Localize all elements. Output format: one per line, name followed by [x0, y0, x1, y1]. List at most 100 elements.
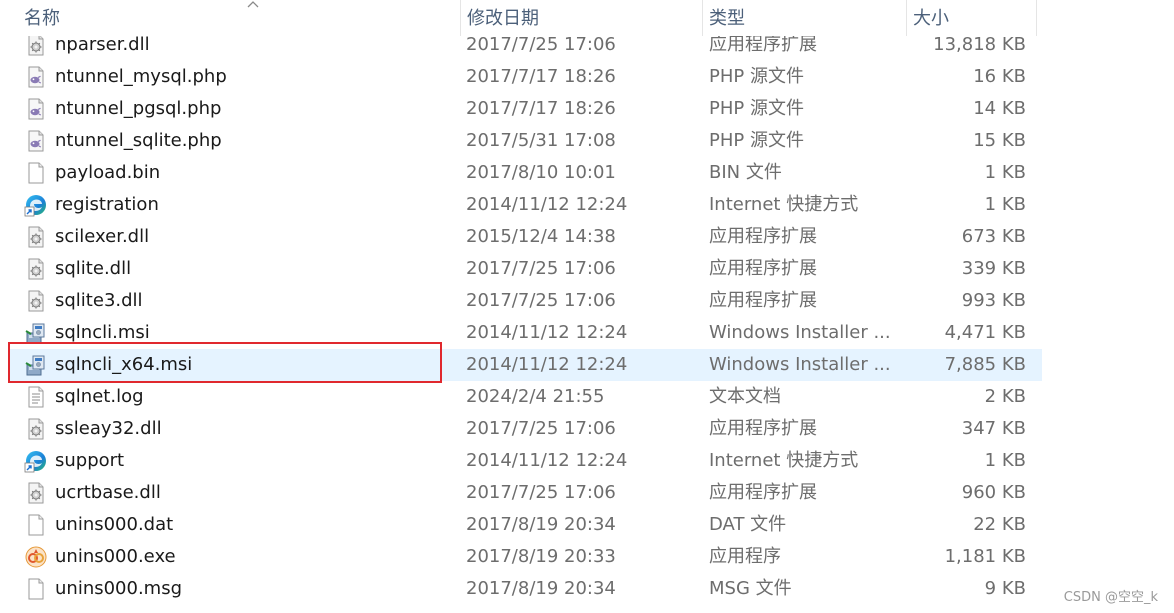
file-size: 4,471 KB [944, 322, 1026, 343]
file-type: 应用程序扩展 [709, 418, 817, 439]
file-type: 应用程序 [709, 546, 781, 567]
file-row[interactable]: payload.bin 2017/8/10 10:01 BIN 文件 1 KB [10, 157, 1042, 189]
file-name: unins000.dat [55, 514, 174, 535]
file-row[interactable]: ntunnel_mysql.php 2017/7/17 18:26 PHP 源文件 1… [10, 61, 1042, 93]
file-type: PHP 源文件 [709, 98, 804, 119]
file-size: 673 KB [961, 226, 1026, 247]
file-modified-date: 2017/5/31 17:08 [466, 130, 616, 151]
file-size: 15 KB [973, 130, 1026, 151]
dll-gear-icon [24, 257, 48, 281]
red-highlight-box [8, 342, 442, 383]
file-row[interactable]: scilexer.dll 2015/12/4 14:38 应用程序扩展 673 KB [10, 221, 1042, 253]
file-type: 文本文档 [709, 386, 781, 407]
column-header-divider [1036, 0, 1038, 36]
file-size: 2 KB [984, 386, 1026, 407]
file-size: 7,885 KB [944, 354, 1026, 375]
file-size: 14 KB [973, 98, 1026, 119]
file-size: 339 KB [961, 258, 1026, 279]
blank-file-icon [24, 577, 48, 601]
file-name: ucrtbase.dll [55, 482, 161, 503]
file-name: support [55, 450, 125, 471]
file-modified-date: 2017/7/17 18:26 [466, 98, 616, 119]
file-size: 16 KB [973, 66, 1026, 87]
file-type: PHP 源文件 [709, 130, 804, 151]
file-type: Windows Installer ... [709, 322, 891, 343]
file-type: 应用程序扩展 [709, 290, 817, 311]
file-row[interactable]: ucrtbase.dll 2017/7/25 17:06 应用程序扩展 960 KB [10, 477, 1042, 509]
column-header-date-label: 修改日期 [467, 8, 539, 29]
file-type: BIN 文件 [709, 162, 782, 183]
blank-file-icon [24, 161, 48, 185]
php-file-icon [24, 129, 48, 153]
file-type: 应用程序扩展 [709, 258, 817, 279]
file-modified-date: 2017/8/19 20:34 [466, 514, 616, 535]
file-modified-date: 2017/8/19 20:34 [466, 578, 616, 599]
file-row[interactable]: sqlite3.dll 2017/7/25 17:06 应用程序扩展 993 KB [10, 285, 1042, 317]
file-row[interactable]: ntunnel_pgsql.php 2017/7/17 18:26 PHP 源文件 1… [10, 93, 1042, 125]
file-list: nparser.dll 2017/7/25 17:06 应用程序扩展 13,818 K… [0, 29, 1174, 605]
watermark: CSDN @空空_k [1063, 590, 1158, 605]
file-size: 9 KB [984, 578, 1026, 599]
php-file-icon [24, 97, 48, 121]
file-size: 347 KB [961, 418, 1026, 439]
sort-ascending-icon [247, 1, 259, 8]
file-explorer-view: 名称 修改日期 类型 大小 nparser.dll 2017/7/25 17:06… [0, 0, 1174, 613]
file-type: 应用程序扩展 [709, 226, 817, 247]
file-modified-date: 2024/2/4 21:55 [466, 386, 605, 407]
file-row[interactable]: sqlnet.log 2024/2/4 21:55 文本文档 2 KB [10, 381, 1042, 413]
file-row[interactable]: support 2014/11/12 12:24 Internet 快捷方式 1 KB [10, 445, 1042, 477]
file-modified-date: 2017/8/10 10:01 [466, 162, 616, 183]
php-file-icon [24, 65, 48, 89]
file-modified-date: 2014/11/12 12:24 [466, 450, 628, 471]
edge-shortcut-icon [24, 449, 48, 473]
file-size: 960 KB [961, 482, 1026, 503]
dll-gear-icon [24, 417, 48, 441]
text-file-icon [24, 385, 48, 409]
file-name: scilexer.dll [55, 226, 150, 247]
column-header-size[interactable]: 大小 [906, 0, 1036, 36]
file-row[interactable]: sqlite.dll 2017/7/25 17:06 应用程序扩展 339 KB [10, 253, 1042, 285]
file-name: unins000.msg [55, 578, 183, 599]
file-type: Windows Installer ... [709, 354, 891, 375]
dll-gear-icon [24, 225, 48, 249]
file-name: ntunnel_sqlite.php [55, 130, 222, 151]
column-header-name-label: 名称 [24, 8, 60, 29]
file-type: Internet 快捷方式 [709, 450, 859, 471]
column-header-type[interactable]: 类型 [702, 0, 902, 36]
file-size: 22 KB [973, 514, 1026, 535]
column-header-name[interactable]: 名称 [18, 0, 456, 36]
file-modified-date: 2017/8/19 20:33 [466, 546, 616, 567]
file-type: MSG 文件 [709, 578, 792, 599]
file-name: sqlnet.log [55, 386, 144, 407]
file-size: 1,181 KB [944, 546, 1026, 567]
file-modified-date: 2014/11/12 12:24 [466, 354, 628, 375]
uninstaller-app-icon [24, 545, 48, 569]
file-row[interactable]: registration 2014/11/12 12:24 Internet 快捷方… [10, 189, 1042, 221]
file-row[interactable]: unins000.exe 2017/8/19 20:33 应用程序 1,181 KB [10, 541, 1042, 573]
edge-shortcut-icon [24, 193, 48, 217]
file-type: PHP 源文件 [709, 66, 804, 87]
column-header-bar: 名称 修改日期 类型 大小 [0, 0, 1174, 36]
file-modified-date: 2017/7/17 18:26 [466, 66, 616, 87]
file-row[interactable]: unins000.msg 2017/8/19 20:34 MSG 文件 9 KB [10, 573, 1042, 605]
file-row[interactable]: ssleay32.dll 2017/7/25 17:06 应用程序扩展 347 KB [10, 413, 1042, 445]
file-type: DAT 文件 [709, 514, 787, 535]
column-header-type-label: 类型 [709, 8, 745, 29]
file-modified-date: 2015/12/4 14:38 [466, 226, 616, 247]
file-modified-date: 2017/7/25 17:06 [466, 418, 616, 439]
file-name: sqlite.dll [55, 258, 132, 279]
file-type: 应用程序扩展 [709, 482, 817, 503]
file-size: 1 KB [984, 450, 1026, 471]
dll-gear-icon [24, 33, 48, 57]
file-size: 1 KB [984, 162, 1026, 183]
file-name: unins000.exe [55, 546, 176, 567]
file-name: registration [55, 194, 159, 215]
file-type: Internet 快捷方式 [709, 194, 859, 215]
dll-gear-icon [24, 289, 48, 313]
dll-gear-icon [24, 481, 48, 505]
file-row[interactable]: ntunnel_sqlite.php 2017/5/31 17:08 PHP 源文件… [10, 125, 1042, 157]
file-name: sqlite3.dll [55, 290, 143, 311]
file-name: ssleay32.dll [55, 418, 162, 439]
column-header-date[interactable]: 修改日期 [460, 0, 698, 36]
file-row[interactable]: unins000.dat 2017/8/19 20:34 DAT 文件 22 KB [10, 509, 1042, 541]
